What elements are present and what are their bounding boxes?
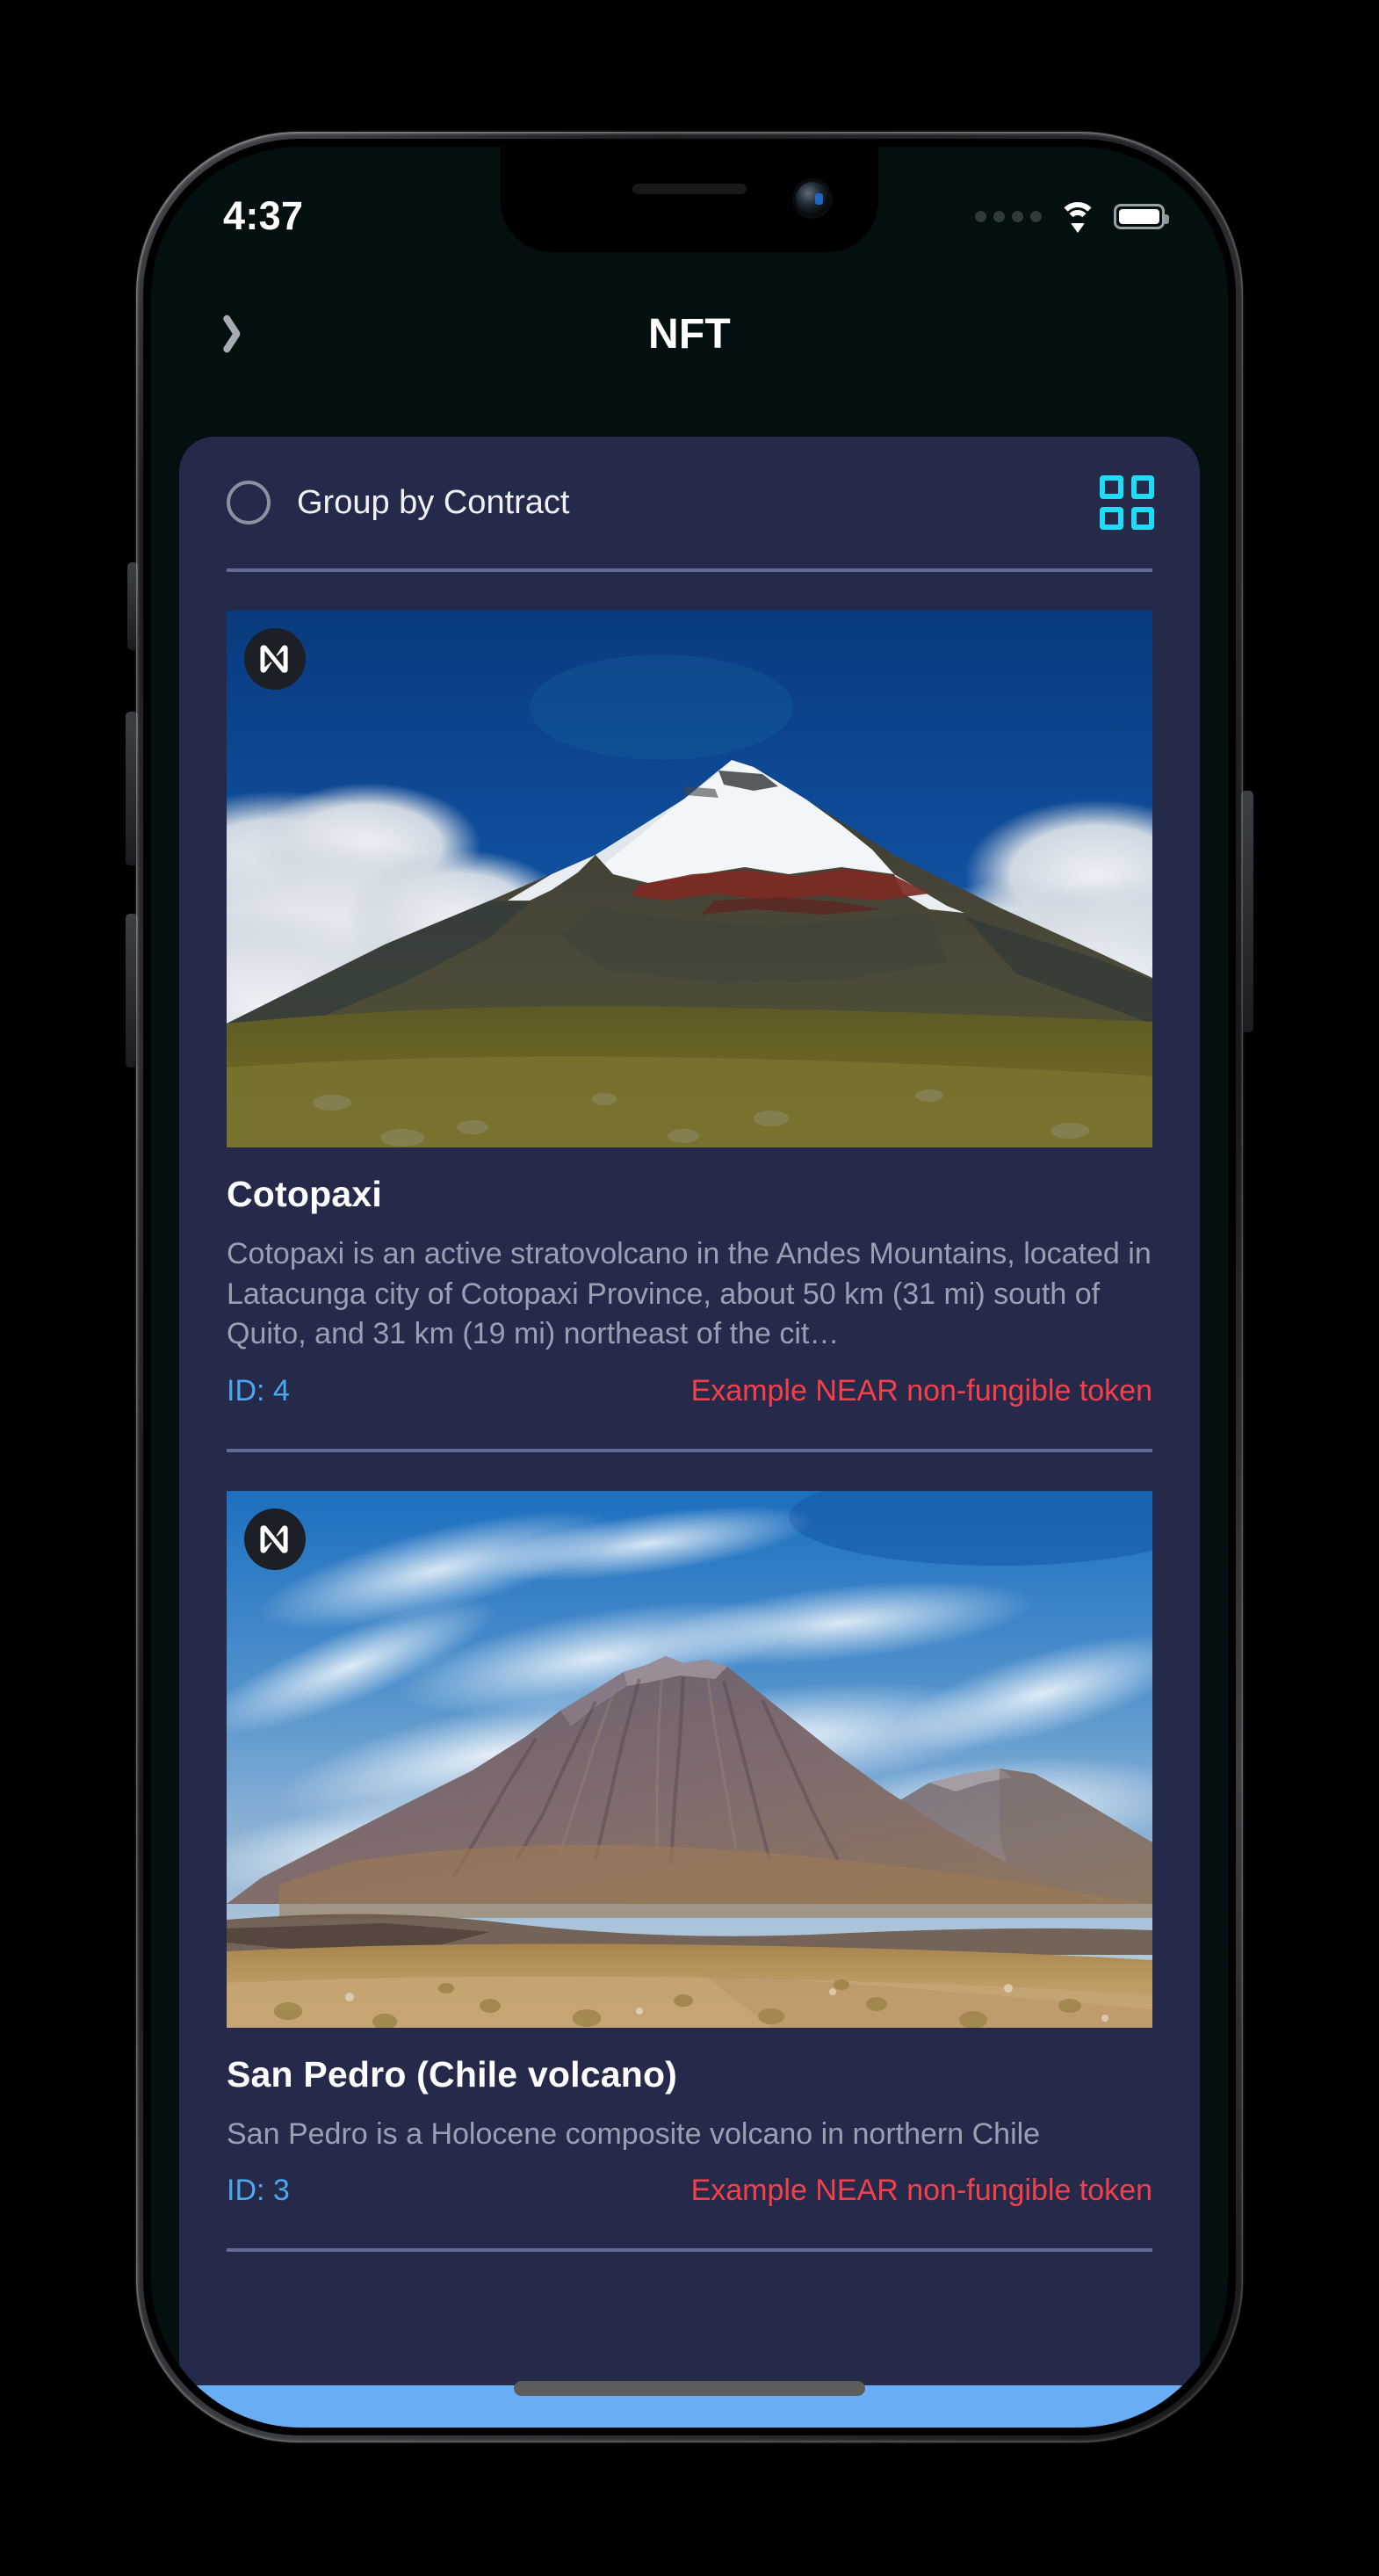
status-indicators <box>975 202 1169 233</box>
card-spacer <box>227 2208 1152 2248</box>
chevron-left-icon <box>232 314 255 354</box>
card-divider <box>227 2248 1152 2253</box>
nft-contract[interactable]: Example NEAR non-fungible token <box>691 1374 1152 1408</box>
app-screen: 4:37 NFT Group by Contract Cotopaxi Coto… <box>151 147 1228 2428</box>
volume-down-button[interactable] <box>126 914 138 1067</box>
front-camera-icon <box>796 182 829 215</box>
volume-up-button[interactable] <box>126 712 138 865</box>
power-button[interactable] <box>1241 791 1253 1032</box>
nft-description: San Pedro is a Holocene composite volcan… <box>227 2117 1041 2151</box>
nft-contract[interactable]: Example NEAR non-fungible token <box>691 2174 1152 2208</box>
sanpedro-photo <box>227 1490 1152 2028</box>
cotopaxi-photo <box>227 611 1152 1147</box>
nft-description: Cotopaxi is an active stratovolcano in t… <box>227 1237 1152 1351</box>
nft-card[interactable]: San Pedro (Chile volcano) San Pedro is a… <box>179 1452 1200 2249</box>
nft-image[interactable] <box>227 1490 1152 2028</box>
nft-id: ID: 3 <box>227 2174 290 2208</box>
grid-view-icon[interactable] <box>1100 475 1154 530</box>
nft-id: ID: 4 <box>227 1373 290 1407</box>
back-button[interactable] <box>204 294 283 373</box>
home-indicator[interactable] <box>514 2381 865 2396</box>
group-by-contract-label: Group by Contract <box>297 483 570 521</box>
near-logo-icon <box>244 628 306 690</box>
signal-dots-icon <box>975 210 1042 222</box>
phone-mockup: 4:37 NFT Group by Contract Cotopaxi Coto… <box>0 0 1379 2576</box>
nft-meta: ID: 4 Example NEAR non-fungible token <box>227 1374 1152 1408</box>
device-notch <box>501 147 878 252</box>
mute-switch[interactable] <box>127 562 138 650</box>
navigation-bar: NFT <box>151 250 1228 417</box>
content-panel: Group by Contract Cotopaxi Cotopaxi is a… <box>179 437 1200 2428</box>
nft-list-scroll[interactable]: Group by Contract Cotopaxi Cotopaxi is a… <box>179 437 1200 2428</box>
nft-meta: ID: 3 Example NEAR non-fungible token <box>227 2174 1152 2208</box>
nft-title: Cotopaxi <box>227 1174 382 1214</box>
nft-card[interactable]: Cotopaxi Cotopaxi is an active stratovol… <box>179 572 1200 1449</box>
group-by-contract-row[interactable]: Group by Contract <box>179 437 1200 568</box>
page-title: NFT <box>648 310 731 358</box>
wifi-icon <box>1058 202 1097 233</box>
card-divider <box>227 1448 1152 1452</box>
card-spacer <box>227 1408 1152 1449</box>
phone-screen-bezel: 4:37 NFT Group by Contract Cotopaxi Coto… <box>151 147 1228 2428</box>
battery-full-icon <box>1114 203 1169 229</box>
earpiece-speaker-icon <box>632 184 747 194</box>
nft-title: San Pedro (Chile volcano) <box>227 2053 678 2095</box>
status-time: 4:37 <box>223 193 304 238</box>
nft-image[interactable] <box>227 611 1152 1147</box>
toolbar-divider <box>227 568 1152 572</box>
radio-unchecked-icon[interactable] <box>227 481 271 525</box>
near-logo-icon <box>244 1508 306 1570</box>
